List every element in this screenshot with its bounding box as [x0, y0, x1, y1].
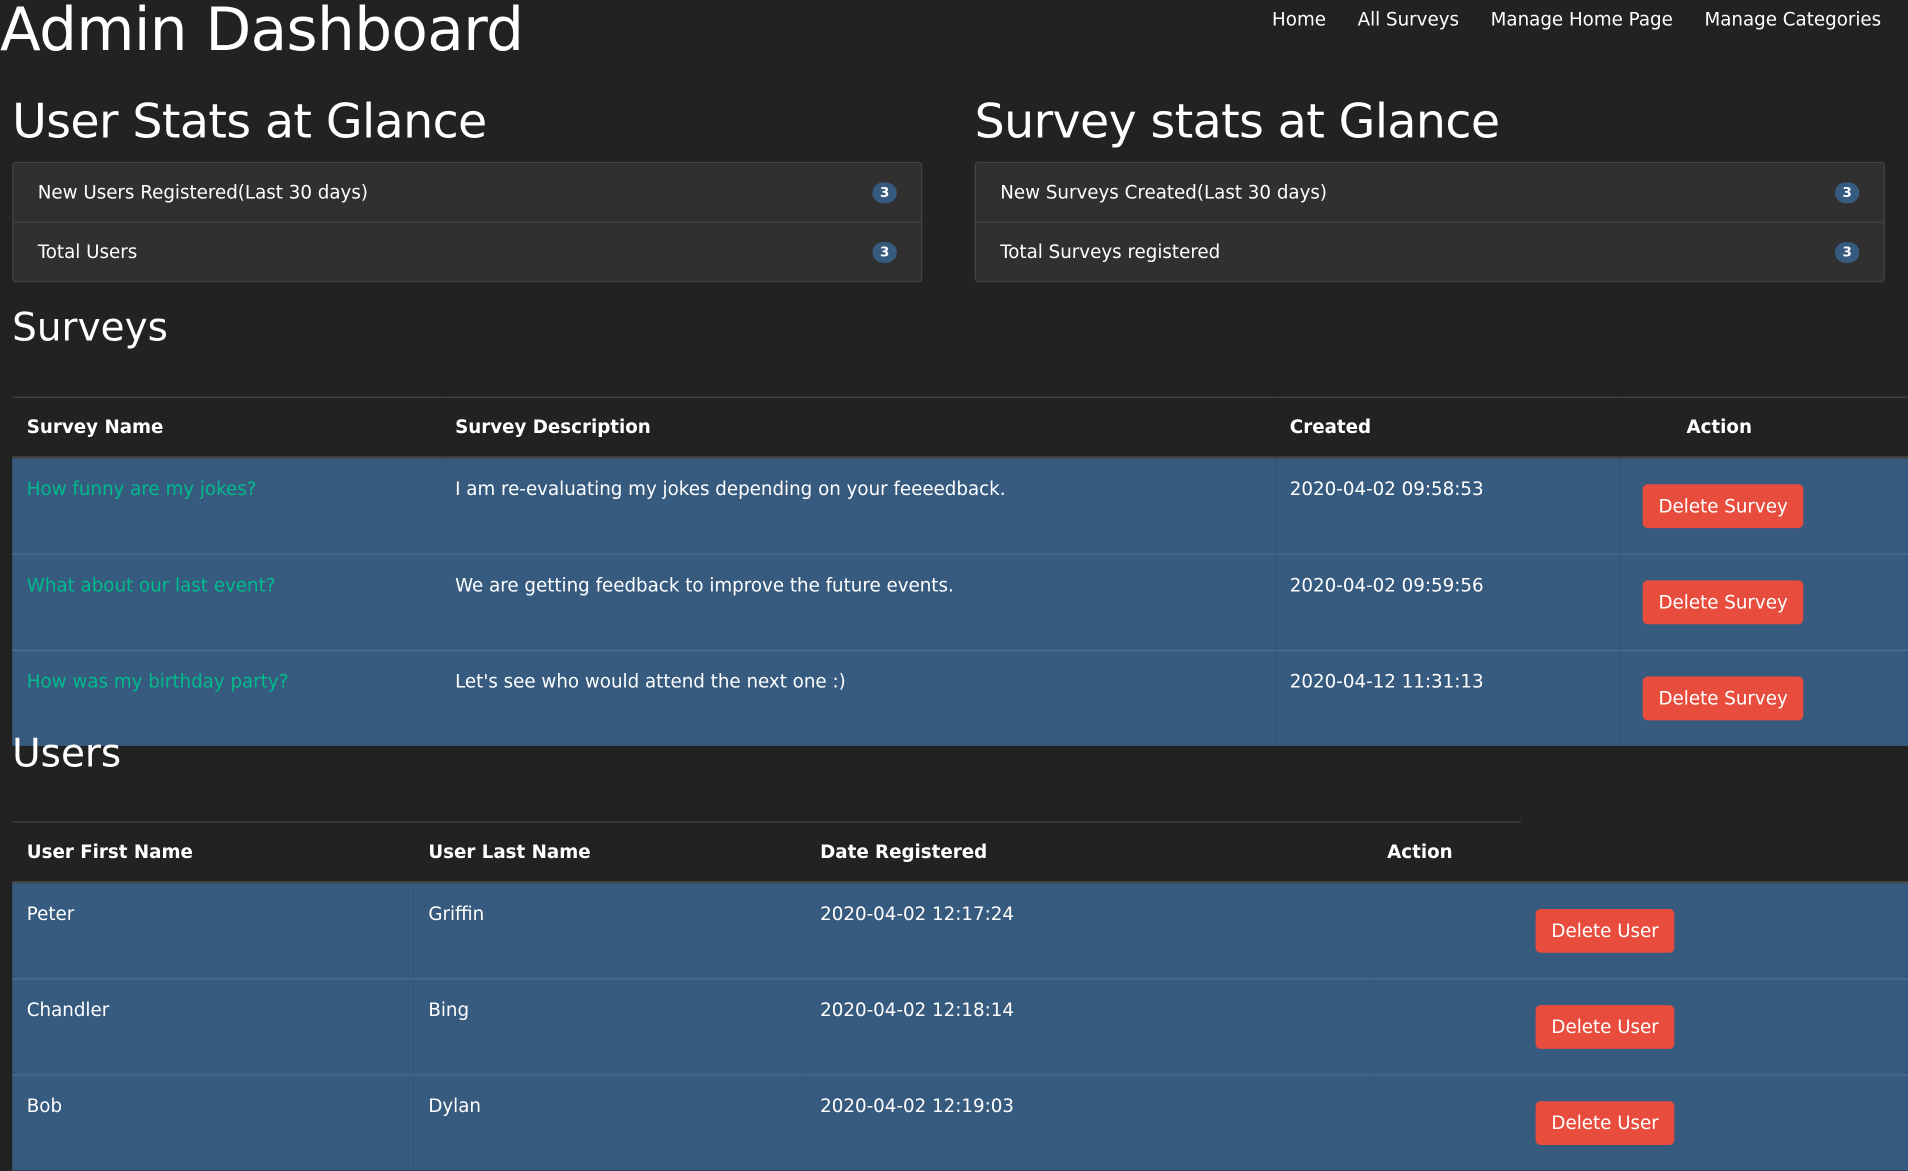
user-stats-title: User Stats at Glance — [12, 94, 487, 150]
user-first-name: Chandler — [12, 978, 414, 1076]
user-last-name: Bing — [413, 978, 806, 1076]
nav-manage-home-page[interactable]: Manage Home Page — [1491, 9, 1673, 31]
table-row: Chandler Bing 2020-04-02 12:18:14 Delete… — [12, 978, 1908, 1076]
stat-label: Total Surveys registered — [1000, 240, 1221, 263]
survey-name-link[interactable]: What about our last event? — [27, 574, 276, 596]
count-badge: 3 — [872, 181, 897, 203]
column-header-action: Action — [1620, 396, 1908, 459]
delete-survey-button[interactable]: Delete Survey — [1642, 580, 1804, 625]
table-row: What about our last event? We are gettin… — [12, 553, 1908, 651]
survey-created: 2020-04-12 11:31:13 — [1275, 649, 1621, 746]
stat-label: Total Users — [37, 240, 138, 263]
delete-user-button[interactable]: Delete User — [1535, 1005, 1675, 1049]
delete-user-button[interactable]: Delete User — [1535, 908, 1675, 953]
table-header-row: User First Name User Last Name Date Regi… — [12, 821, 1908, 884]
column-header-survey-description: Survey Description — [440, 396, 1276, 459]
column-header-date-registered: Date Registered — [805, 821, 1373, 884]
user-last-name: Dylan — [413, 1074, 806, 1171]
column-header-first-name: User First Name — [12, 821, 414, 884]
nav-all-surveys[interactable]: All Surveys — [1358, 9, 1459, 31]
nav-manage-categories[interactable]: Manage Categories — [1704, 9, 1881, 31]
user-action-spacer — [1372, 1074, 1521, 1171]
survey-stats-title: Survey stats at Glance — [974, 94, 1500, 150]
delete-user-button[interactable]: Delete User — [1535, 1101, 1675, 1146]
user-first-name: Peter — [12, 881, 414, 979]
survey-stats-list: New Surveys Created(Last 30 days) 3 Tota… — [974, 161, 1885, 283]
table-row: Peter Griffin 2020-04-02 12:17:24 Delete… — [12, 881, 1908, 979]
delete-survey-button[interactable]: Delete Survey — [1642, 676, 1804, 721]
user-stats-panel: User Stats at Glance New Users Registere… — [12, 94, 923, 283]
survey-name-link[interactable]: How was my birthday party? — [27, 670, 289, 692]
delete-survey-button[interactable]: Delete Survey — [1642, 484, 1804, 529]
survey-description: Let's see who would attend the next one … — [440, 649, 1276, 746]
survey-description: I am re-evaluating my jokes depending on… — [440, 456, 1276, 555]
dashboard: Admin Dashboard Home All Surveys Manage … — [0, 0, 1908, 1171]
user-action-spacer — [1372, 881, 1521, 979]
page-title: Admin Dashboard — [0, 0, 524, 65]
column-header-spacer — [1521, 821, 1908, 884]
stat-new-surveys: New Surveys Created(Last 30 days) 3 — [976, 163, 1884, 221]
column-header-action: Action — [1372, 821, 1521, 884]
stat-label: New Surveys Created(Last 30 days) — [1000, 181, 1328, 204]
column-header-survey-name: Survey Name — [12, 396, 441, 459]
stat-total-users: Total Users 3 — [13, 221, 922, 281]
users-section-title: Users — [12, 730, 122, 777]
count-badge: 3 — [1834, 241, 1860, 263]
user-action-spacer — [1372, 978, 1521, 1076]
user-date-registered: 2020-04-02 12:18:14 — [805, 978, 1373, 1076]
nav-home[interactable]: Home — [1272, 9, 1326, 31]
user-date-registered: 2020-04-02 12:19:03 — [805, 1074, 1373, 1171]
survey-name-link[interactable]: How funny are my jokes? — [27, 478, 257, 500]
survey-created: 2020-04-02 09:58:53 — [1275, 456, 1621, 555]
table-row: How was my birthday party? Let's see who… — [12, 649, 1908, 746]
surveys-table: Survey Name Survey Description Created A… — [12, 396, 1908, 746]
users-table: User First Name User Last Name Date Regi… — [12, 821, 1908, 1171]
user-first-name: Bob — [12, 1074, 414, 1171]
user-last-name: Griffin — [413, 881, 806, 979]
stat-total-surveys: Total Surveys registered 3 — [975, 221, 1884, 281]
survey-stats-panel: Survey stats at Glance New Surveys Creat… — [974, 94, 1885, 283]
table-row: How funny are my jokes? I am re-evaluati… — [12, 456, 1908, 555]
table-header-row: Survey Name Survey Description Created A… — [12, 396, 1908, 459]
count-badge: 3 — [1834, 181, 1860, 203]
top-nav: Home All Surveys Manage Home Page Manage… — [1272, 9, 1881, 31]
column-header-created: Created — [1275, 396, 1621, 459]
table-row: Bob Dylan 2020-04-02 12:19:03 Delete Use… — [12, 1074, 1908, 1171]
survey-description: We are getting feedback to improve the f… — [440, 553, 1276, 651]
stat-new-users: New Users Registered(Last 30 days) 3 — [13, 163, 921, 221]
stat-label: New Users Registered(Last 30 days) — [37, 181, 368, 204]
column-header-last-name: User Last Name — [413, 821, 806, 884]
user-date-registered: 2020-04-02 12:17:24 — [805, 881, 1373, 979]
survey-created: 2020-04-02 09:59:56 — [1275, 553, 1621, 651]
count-badge: 3 — [872, 241, 897, 263]
surveys-section-title: Surveys — [12, 304, 168, 351]
user-stats-list: New Users Registered(Last 30 days) 3 Tot… — [12, 161, 923, 283]
